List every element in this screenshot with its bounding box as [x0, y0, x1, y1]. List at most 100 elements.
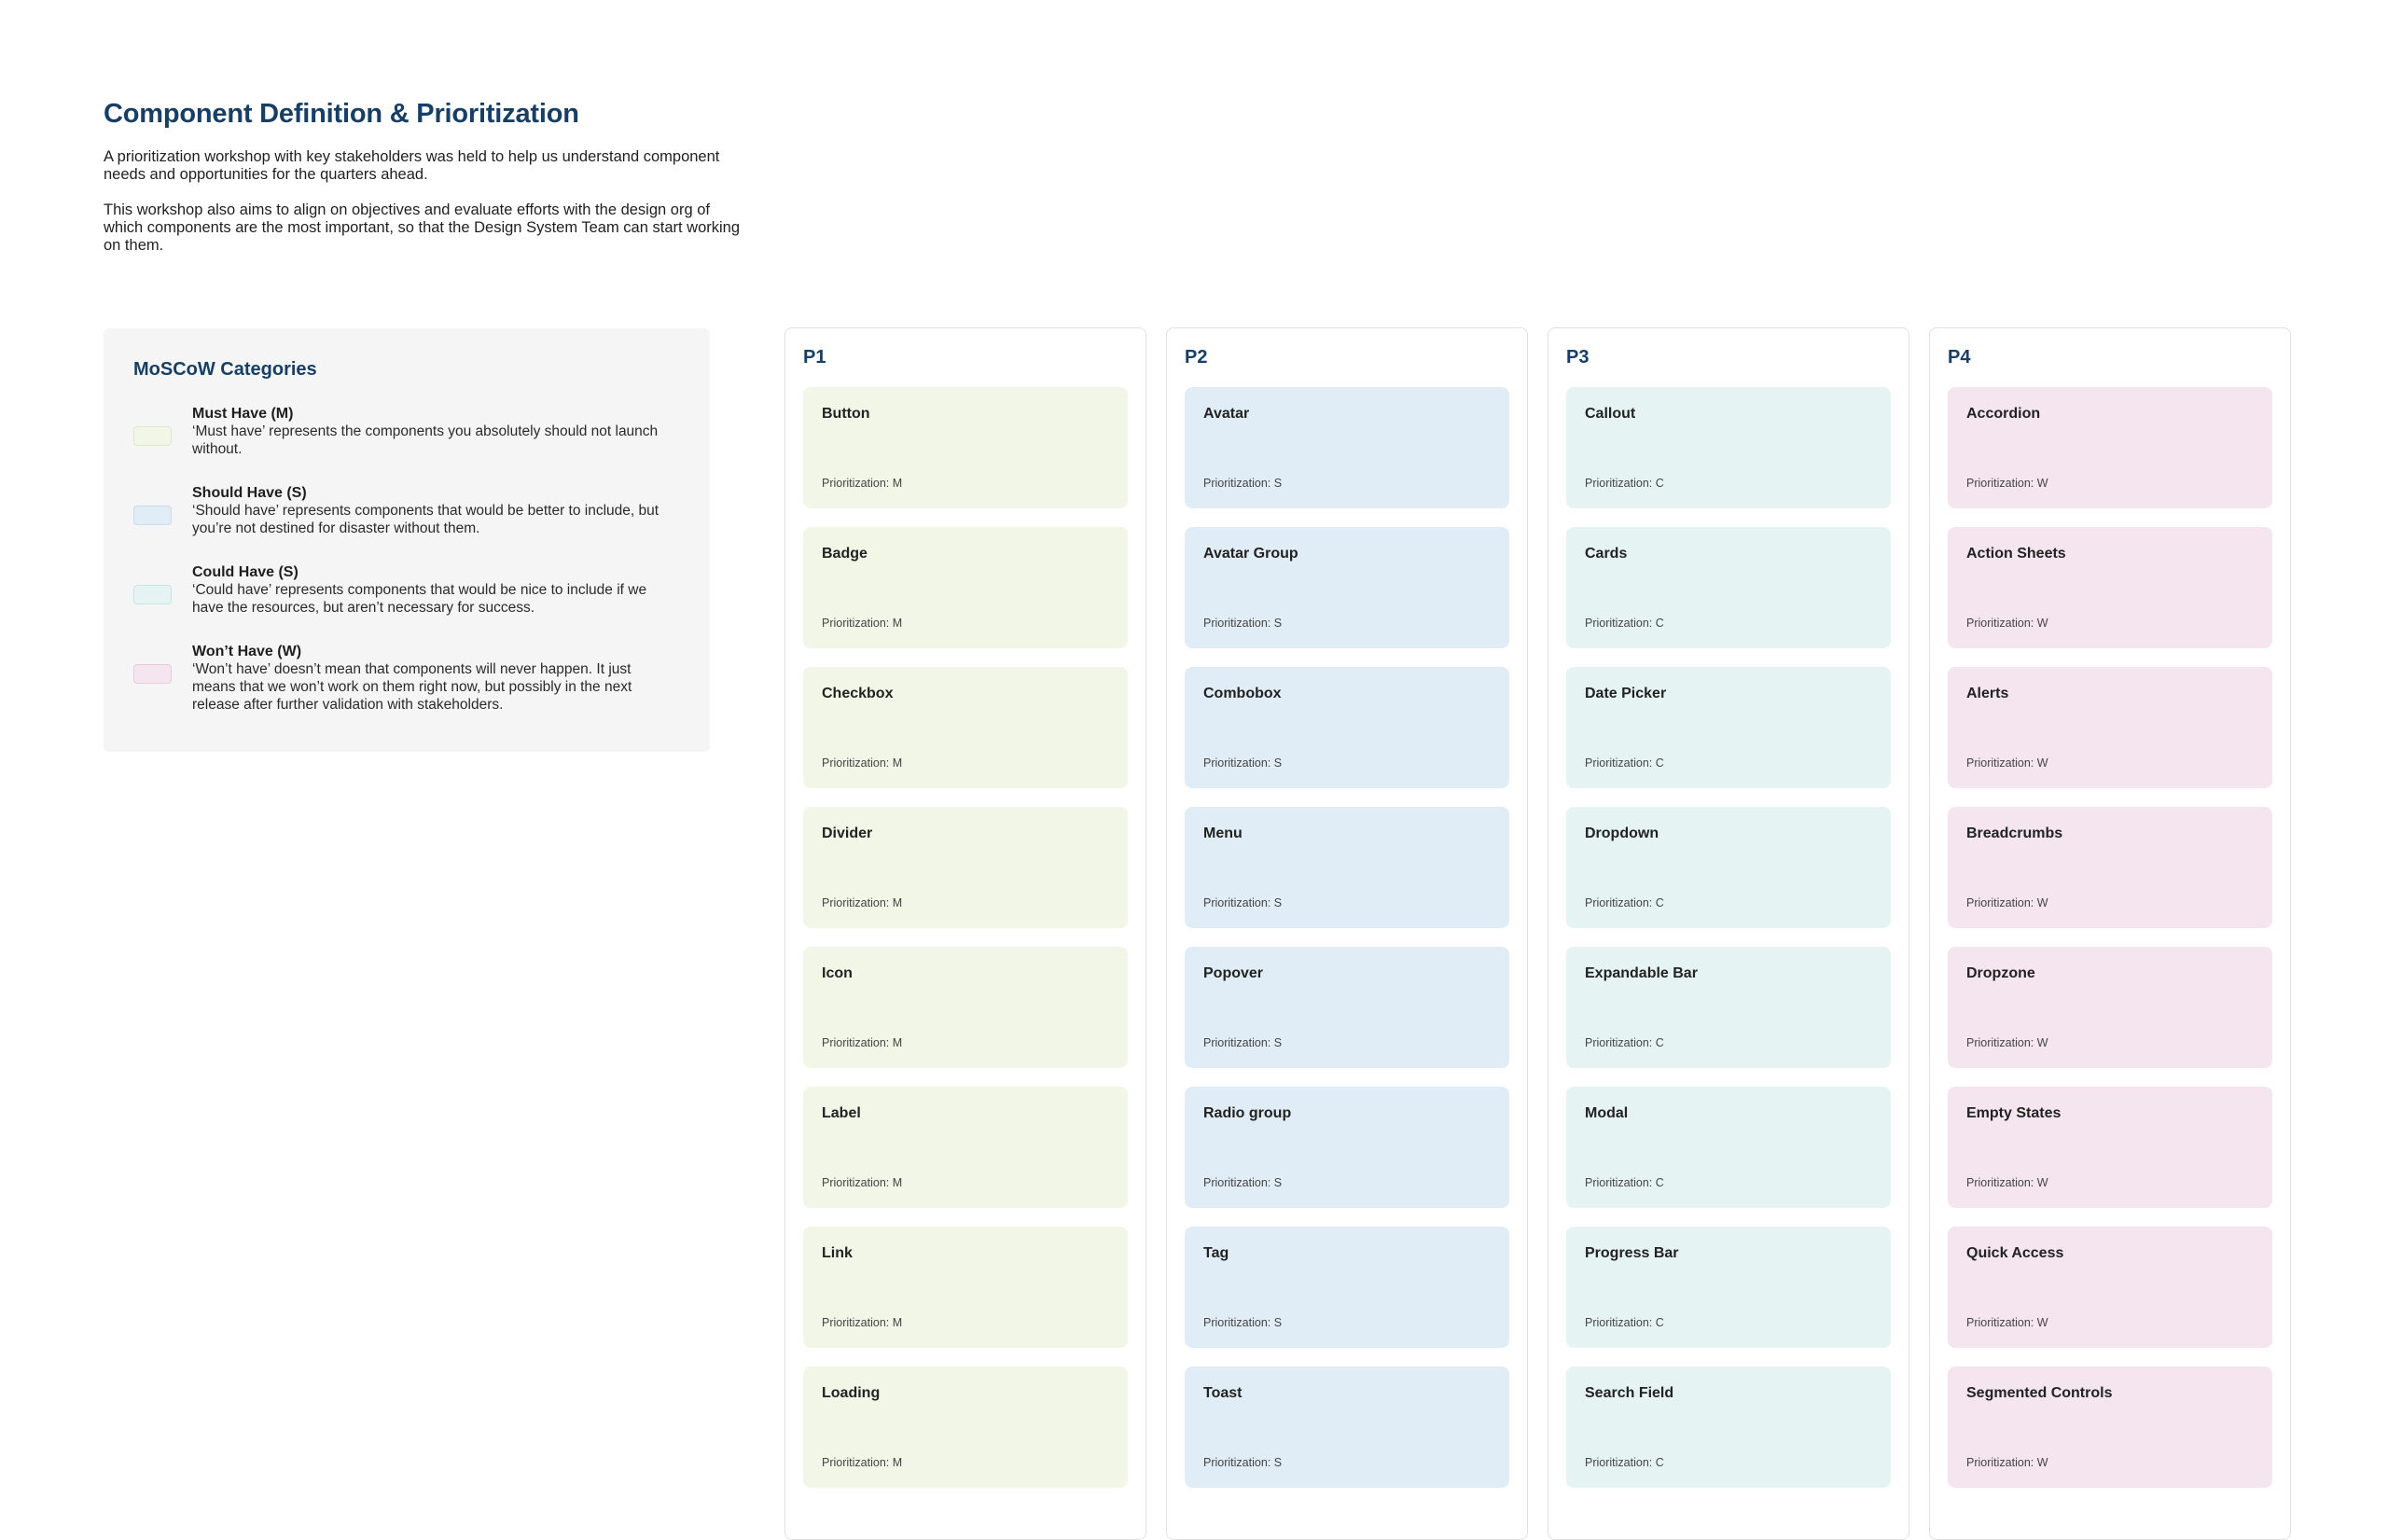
- component-prioritization: Prioritization: C: [1585, 896, 1664, 909]
- component-card[interactable]: Menu Prioritization: S: [1185, 807, 1509, 928]
- component-card[interactable]: Avatar Prioritization: S: [1185, 387, 1509, 508]
- component-card[interactable]: Alerts Prioritization: W: [1948, 667, 2272, 788]
- component-prioritization: Prioritization: S: [1203, 1316, 1283, 1329]
- priority-column-p4: P4 Accordion Prioritization: W Action Sheet…: [1929, 327, 2291, 1540]
- component-name: Search Field: [1585, 1385, 1674, 1401]
- component-name: Badge: [822, 546, 868, 562]
- component-prioritization: Prioritization: S: [1203, 1036, 1283, 1049]
- component-card[interactable]: Progress Bar Prioritization: C: [1566, 1227, 1891, 1348]
- column-title: P1: [803, 347, 826, 368]
- component-name: Menu: [1203, 825, 1243, 841]
- intro-paragraph-1: A prioritization workshop with key stake…: [104, 148, 720, 183]
- component-prioritization: Prioritization: M: [822, 1456, 903, 1469]
- legend-item-name: Won’t Have (W): [192, 644, 302, 659]
- intro-text: A prioritization workshop with key stake…: [104, 148, 747, 272]
- legend-item-description: ‘Could have’ represents components that …: [192, 582, 647, 616]
- legend-items: Must Have (M) ‘Must have’ represents the …: [133, 405, 680, 722]
- legend-item-description: ‘Won’t have’ doesn’t mean that component…: [192, 661, 632, 713]
- component-name: Toast: [1203, 1385, 1243, 1401]
- component-card[interactable]: Segmented Controls Prioritization: W: [1948, 1367, 2272, 1488]
- component-card[interactable]: Breadcrumbs Prioritization: W: [1948, 807, 2272, 928]
- component-card[interactable]: Combobox Prioritization: S: [1185, 667, 1509, 788]
- column-title: P4: [1948, 347, 1971, 368]
- legend-item-description: ‘Must have’ represents the components yo…: [192, 423, 659, 457]
- component-card[interactable]: Cards Prioritization: C: [1566, 527, 1891, 648]
- component-prioritization: Prioritization: C: [1585, 477, 1664, 490]
- card-list: Avatar Prioritization: S Avatar Group Prior…: [1185, 387, 1509, 1506]
- component-card[interactable]: Dropdown Prioritization: C: [1566, 807, 1891, 928]
- component-card[interactable]: Popover Prioritization: S: [1185, 947, 1509, 1068]
- moscow-legend: MoSCoW Categories Must Have (M) ‘Must hav…: [104, 328, 710, 752]
- component-card[interactable]: Search Field Prioritization: C: [1566, 1367, 1891, 1488]
- component-prioritization: Prioritization: W: [1966, 1456, 2048, 1469]
- component-name: Button: [822, 406, 870, 422]
- component-card[interactable]: Action Sheets Prioritization: W: [1948, 527, 2272, 648]
- component-name: Accordion: [1966, 406, 2041, 422]
- component-name: Checkbox: [822, 686, 894, 701]
- column-title: P3: [1566, 347, 1590, 368]
- component-card[interactable]: Divider Prioritization: M: [803, 807, 1128, 928]
- legend-title: MoSCoW Categories: [133, 359, 317, 380]
- component-prioritization: Prioritization: M: [822, 617, 903, 630]
- component-card[interactable]: Label Prioritization: M: [803, 1087, 1128, 1208]
- component-prioritization: Prioritization: W: [1966, 617, 2048, 630]
- component-name: Action Sheets: [1966, 546, 2066, 562]
- component-card[interactable]: Tag Prioritization: S: [1185, 1227, 1509, 1348]
- component-name: Divider: [822, 825, 873, 841]
- component-name: Callout: [1585, 406, 1636, 422]
- component-name: Dropdown: [1585, 825, 1659, 841]
- priority-column-p2: P2 Avatar Prioritization: S Avatar Group Pri…: [1166, 327, 1528, 1540]
- component-prioritization: Prioritization: S: [1203, 1176, 1283, 1189]
- component-prioritization: Prioritization: W: [1966, 1316, 2048, 1329]
- component-card[interactable]: Toast Prioritization: S: [1185, 1367, 1509, 1488]
- component-card[interactable]: Checkbox Prioritization: M: [803, 667, 1128, 788]
- component-card[interactable]: Dropzone Prioritization: W: [1948, 947, 2272, 1068]
- component-prioritization: Prioritization: W: [1966, 756, 2048, 770]
- legend-item-name: Should Have (S): [192, 485, 307, 501]
- component-card[interactable]: Modal Prioritization: C: [1566, 1087, 1891, 1208]
- priority-column-p3: P3 Callout Prioritization: C Cards Prioritiz…: [1548, 327, 1909, 1540]
- component-card[interactable]: Badge Prioritization: M: [803, 527, 1128, 648]
- component-card[interactable]: Link Prioritization: M: [803, 1227, 1128, 1348]
- component-card[interactable]: Empty States Prioritization: W: [1948, 1087, 2272, 1208]
- component-name: Avatar Group: [1203, 546, 1298, 562]
- component-card[interactable]: Quick Access Prioritization: W: [1948, 1227, 2272, 1348]
- component-prioritization: Prioritization: C: [1585, 1176, 1664, 1189]
- component-prioritization: Prioritization: C: [1585, 1036, 1664, 1049]
- component-name: Alerts: [1966, 686, 2009, 701]
- component-card[interactable]: Button Prioritization: M: [803, 387, 1128, 508]
- component-name: Progress Bar: [1585, 1245, 1679, 1261]
- legend-text: Should Have (S) ‘Should have’ represents …: [192, 484, 677, 537]
- component-prioritization: Prioritization: C: [1585, 617, 1664, 630]
- component-card[interactable]: Loading Prioritization: M: [803, 1367, 1128, 1488]
- legend-color-swatch: [133, 585, 172, 604]
- component-card[interactable]: Icon Prioritization: M: [803, 947, 1128, 1068]
- component-prioritization: Prioritization: S: [1203, 896, 1283, 909]
- component-card[interactable]: Callout Prioritization: C: [1566, 387, 1891, 508]
- component-prioritization: Prioritization: S: [1203, 1456, 1283, 1469]
- component-name: Breadcrumbs: [1966, 825, 2063, 841]
- component-prioritization: Prioritization: M: [822, 896, 903, 909]
- intro-paragraph-2: This workshop also aims to align on obje…: [104, 201, 741, 254]
- legend-item-description: ‘Should have’ represents components that…: [192, 503, 659, 536]
- component-name: Dropzone: [1966, 965, 2035, 981]
- component-prioritization: Prioritization: M: [822, 477, 903, 490]
- component-card[interactable]: Radio group Prioritization: S: [1185, 1087, 1509, 1208]
- component-name: Segmented Controls: [1966, 1385, 2113, 1401]
- component-card[interactable]: Avatar Group Prioritization: S: [1185, 527, 1509, 648]
- component-name: Date Picker: [1585, 686, 1667, 701]
- component-prioritization: Prioritization: W: [1966, 1176, 2048, 1189]
- component-card[interactable]: Date Picker Prioritization: C: [1566, 667, 1891, 788]
- component-prioritization: Prioritization: M: [822, 756, 903, 770]
- card-list: Button Prioritization: M Badge Prioritizati…: [803, 387, 1128, 1506]
- legend-color-swatch: [133, 506, 172, 525]
- legend-text: Must Have (M) ‘Must have’ represents the …: [192, 405, 677, 458]
- component-card[interactable]: Expandable Bar Prioritization: C: [1566, 947, 1891, 1068]
- card-list: Accordion Prioritization: W Action Sheets P…: [1948, 387, 2272, 1506]
- component-prioritization: Prioritization: C: [1585, 1456, 1664, 1469]
- page-title: Component Definition & Prioritization: [104, 99, 579, 129]
- component-prioritization: Prioritization: M: [822, 1176, 903, 1189]
- component-card[interactable]: Accordion Prioritization: W: [1948, 387, 2272, 508]
- component-prioritization: Prioritization: M: [822, 1036, 903, 1049]
- component-name: Avatar: [1203, 406, 1250, 422]
